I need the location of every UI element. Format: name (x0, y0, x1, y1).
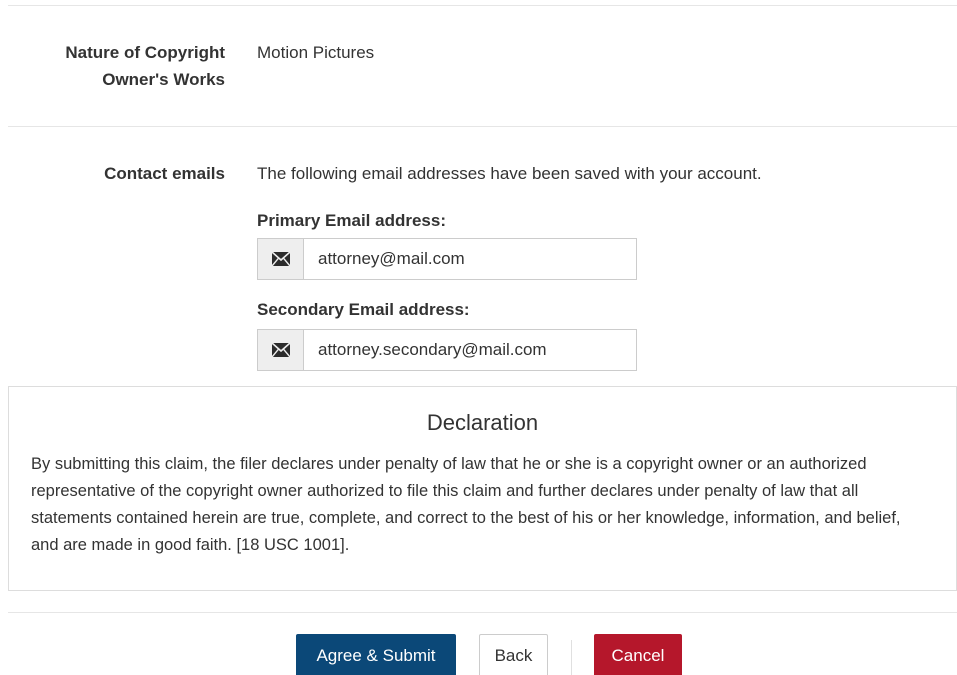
divider (8, 5, 957, 6)
declaration-panel: Declaration By submitting this claim, th… (8, 386, 957, 591)
divider (8, 612, 957, 613)
secondary-email-field-group (257, 329, 637, 371)
nature-label-line2: Owner's Works (102, 70, 225, 89)
secondary-email-label: Secondary Email address: (257, 300, 470, 319)
primary-email-input[interactable] (304, 239, 636, 279)
nature-label-line1: Nature of Copyright (65, 43, 225, 62)
contact-emails-label: Contact emails (104, 164, 225, 183)
nature-of-works-value: Motion Pictures (257, 43, 375, 62)
agree-submit-button[interactable]: Agree & Submit (296, 634, 456, 675)
envelope-icon (258, 330, 304, 370)
primary-email-label: Primary Email address: (257, 211, 446, 230)
primary-email-field-group (257, 238, 637, 280)
declaration-title: Declaration (426, 410, 539, 435)
cancel-button[interactable]: Cancel (594, 634, 682, 675)
declaration-text: By submitting this claim, the filer decl… (31, 455, 901, 554)
contact-emails-description: The following email addresses have been … (257, 164, 762, 183)
button-separator (571, 640, 572, 675)
secondary-email-input[interactable] (304, 330, 636, 370)
nature-of-works-label: Nature of Copyright Owner's Works (20, 39, 225, 93)
divider (8, 126, 957, 127)
claim-review-page: Nature of Copyright Owner's Works Motion… (0, 0, 957, 675)
envelope-icon (258, 239, 304, 279)
back-button[interactable]: Back (479, 634, 548, 675)
